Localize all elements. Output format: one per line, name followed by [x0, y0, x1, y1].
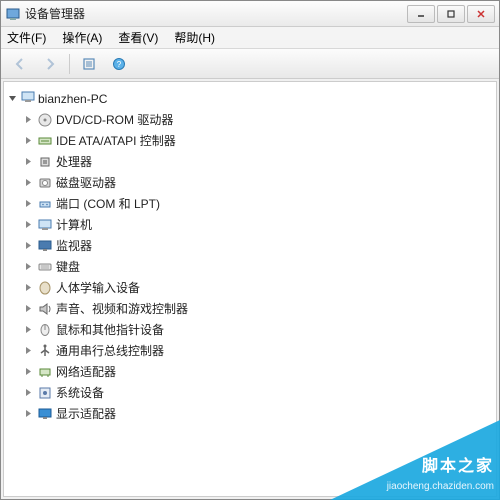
expand-icon[interactable] [22, 345, 34, 357]
forward-button [37, 52, 63, 76]
close-button[interactable] [467, 5, 495, 23]
tree-node[interactable]: IDE ATA/ATAPI 控制器 [14, 130, 492, 151]
menu-help[interactable]: 帮助(H) [172, 27, 217, 48]
app-icon [5, 6, 21, 22]
node-label: 显示适配器 [56, 405, 116, 422]
expand-icon[interactable] [22, 114, 34, 126]
window-controls [407, 5, 495, 23]
back-button [7, 52, 33, 76]
device-tree: bianzhen-PC DVD/CD-ROM 驱动器 IDE ATA/ATAPI … [4, 82, 496, 430]
tree-node[interactable]: 监视器 [14, 235, 492, 256]
node-label: 声音、视频和游戏控制器 [56, 300, 188, 317]
monitor-icon [37, 238, 53, 254]
tree-content: bianzhen-PC DVD/CD-ROM 驱动器 IDE ATA/ATAPI … [3, 81, 497, 497]
expand-icon[interactable] [22, 177, 34, 189]
toolbar-sep [69, 54, 70, 74]
tree-node[interactable]: 显示适配器 [14, 403, 492, 424]
tree-children: DVD/CD-ROM 驱动器 IDE ATA/ATAPI 控制器处理器磁盘驱动器端… [14, 109, 492, 424]
node-label: 计算机 [56, 216, 92, 233]
hdd-icon [37, 175, 53, 191]
expand-icon[interactable] [22, 240, 34, 252]
net-icon [37, 364, 53, 380]
node-label: 网络适配器 [56, 363, 116, 380]
window-title: 设备管理器 [25, 5, 407, 22]
titlebar: 设备管理器 [1, 1, 499, 27]
node-label: 系统设备 [56, 384, 104, 401]
expand-icon[interactable] [22, 408, 34, 420]
tree-node[interactable]: 通用串行总线控制器 [14, 340, 492, 361]
expand-icon[interactable] [22, 261, 34, 273]
display-icon [37, 406, 53, 422]
expand-icon[interactable] [22, 324, 34, 336]
menubar: 文件(F) 操作(A) 查看(V) 帮助(H) [1, 27, 499, 49]
tree-node[interactable]: 声音、视频和游戏控制器 [14, 298, 492, 319]
svg-text:?: ? [117, 60, 122, 69]
tree-node[interactable]: 计算机 [14, 214, 492, 235]
tree-node[interactable]: 系统设备 [14, 382, 492, 403]
sys-icon [37, 385, 53, 401]
tree-root[interactable]: bianzhen-PC [6, 88, 492, 109]
expand-icon[interactable] [22, 156, 34, 168]
toolbar: ? [1, 49, 499, 79]
expand-icon[interactable] [22, 282, 34, 294]
pc-icon [37, 217, 53, 233]
mouse-icon [37, 322, 53, 338]
minimize-button[interactable] [407, 5, 435, 23]
node-label: 监视器 [56, 237, 92, 254]
root-label: bianzhen-PC [38, 92, 107, 106]
maximize-button[interactable] [437, 5, 465, 23]
expand-icon[interactable] [22, 303, 34, 315]
node-label: 通用串行总线控制器 [56, 342, 164, 359]
cpu-icon [37, 154, 53, 170]
menu-action[interactable]: 操作(A) [60, 27, 104, 48]
tree-node[interactable]: 网络适配器 [14, 361, 492, 382]
node-label: 处理器 [56, 153, 92, 170]
tree-node[interactable]: 端口 (COM 和 LPT) [14, 193, 492, 214]
tree-node[interactable]: DVD/CD-ROM 驱动器 [14, 109, 492, 130]
hid-icon [37, 280, 53, 296]
node-label: 键盘 [56, 258, 80, 275]
computer-icon [20, 89, 36, 108]
expand-icon[interactable] [22, 198, 34, 210]
properties-button[interactable] [76, 52, 102, 76]
keyboard-icon [37, 259, 53, 275]
menu-view[interactable]: 查看(V) [116, 27, 160, 48]
collapse-icon[interactable] [6, 93, 18, 105]
node-label: DVD/CD-ROM 驱动器 [56, 111, 173, 128]
ide-icon [37, 133, 53, 149]
tree-node[interactable]: 处理器 [14, 151, 492, 172]
usb-icon [37, 343, 53, 359]
expand-icon[interactable] [22, 387, 34, 399]
tree-node[interactable]: 键盘 [14, 256, 492, 277]
node-label: 磁盘驱动器 [56, 174, 116, 191]
expand-icon[interactable] [22, 135, 34, 147]
node-label: 鼠标和其他指针设备 [56, 321, 164, 338]
device-manager-window: 设备管理器 文件(F) 操作(A) 查看(V) 帮助(H) ? bianzhen… [0, 0, 500, 500]
sound-icon [37, 301, 53, 317]
tree-node[interactable]: 人体学输入设备 [14, 277, 492, 298]
tree-node[interactable]: 鼠标和其他指针设备 [14, 319, 492, 340]
node-label: IDE ATA/ATAPI 控制器 [56, 132, 176, 149]
expand-icon[interactable] [22, 366, 34, 378]
expand-icon[interactable] [22, 219, 34, 231]
node-label: 人体学输入设备 [56, 279, 140, 296]
menu-file[interactable]: 文件(F) [5, 27, 48, 48]
port-icon [37, 196, 53, 212]
node-label: 端口 (COM 和 LPT) [56, 195, 160, 212]
help-button[interactable]: ? [106, 52, 132, 76]
disc-icon [37, 112, 53, 128]
tree-node[interactable]: 磁盘驱动器 [14, 172, 492, 193]
